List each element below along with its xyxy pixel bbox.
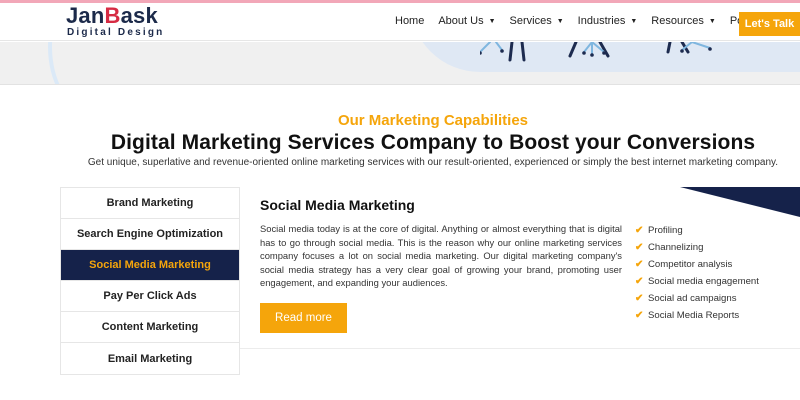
logo-wordmark: JanBask [66, 3, 158, 28]
nav-item-label: Resources [651, 15, 704, 27]
decorative-arc [48, 42, 128, 84]
decorative-corner [680, 187, 800, 217]
feature-label: Social ad campaigns [648, 293, 737, 304]
site-header: JanBask Digital Design Home About Us ▼ Serv… [0, 3, 800, 41]
feature-label: Social media engagement [648, 276, 759, 287]
feature-item: ✔ Social media engagement [635, 273, 759, 290]
nav-item-about-us[interactable]: About Us ▼ [438, 15, 495, 27]
tab-brand-marketing[interactable]: Brand Marketing [61, 188, 239, 219]
check-icon: ✔ [635, 276, 644, 287]
feature-label: Social Media Reports [648, 310, 740, 321]
read-more-button[interactable]: Read more [260, 303, 347, 333]
nav-item-services[interactable]: Services ▼ [510, 15, 564, 27]
tab-content-panel: Social Media Marketing Social media toda… [240, 187, 800, 349]
tab-search-engine-optimization[interactable]: Search Engine Optimization [61, 219, 239, 250]
panel-description: Social media today is at the core of dig… [260, 223, 622, 289]
logo[interactable]: JanBask Digital Design [66, 3, 165, 39]
caret-down-icon: ▼ [630, 17, 638, 25]
office-chairs-illustration [480, 42, 712, 62]
check-icon: ✔ [635, 225, 644, 236]
nav-item-industries[interactable]: Industries ▼ [578, 15, 638, 27]
check-icon: ✔ [635, 259, 644, 270]
nav-item-home[interactable]: Home [395, 15, 424, 27]
feature-item: ✔ Competitor analysis [635, 256, 759, 273]
feature-label: Channelizing [648, 242, 704, 253]
nav-item-label: Services [509, 15, 552, 27]
nav-item-label: About Us [438, 15, 484, 27]
feature-label: Profiling [648, 225, 683, 236]
feature-item: ✔ Social Media Reports [635, 307, 759, 324]
lets-talk-button[interactable]: Let's Talk [739, 12, 800, 36]
main-nav: Home About Us ▼ Services ▼ Industries ▼ Resourc… [395, 15, 784, 27]
capability-tabs: Brand Marketing Search Engine Optimizatio… [60, 187, 247, 375]
nav-item-resources[interactable]: Resources ▼ [651, 15, 716, 27]
caret-down-icon: ▼ [556, 17, 564, 25]
caret-down-icon: ▼ [708, 17, 716, 25]
section-title: Digital Marketing Services Company to Bo… [110, 131, 756, 154]
hero-illustration [0, 42, 800, 85]
logo-tagline: Digital Design [67, 27, 165, 38]
panel-title: Social Media Marketing [260, 197, 415, 213]
feature-label: Competitor analysis [648, 259, 733, 270]
check-icon: ✔ [635, 293, 644, 304]
feature-item: ✔ Profiling [635, 222, 759, 239]
tab-email-marketing[interactable]: Email Marketing [61, 343, 239, 374]
nav-item-label: Industries [577, 15, 626, 27]
tab-pay-per-click-ads[interactable]: Pay Per Click Ads [61, 281, 239, 312]
nav-item-label: Home [395, 15, 425, 27]
section-kicker: Our Marketing Capabilities [337, 112, 529, 129]
check-icon: ✔ [635, 242, 644, 253]
tab-content-marketing[interactable]: Content Marketing [61, 312, 239, 343]
feature-list: ✔ Profiling ✔ Channelizing ✔ Competitor analy… [635, 222, 759, 324]
logo-letter-b: B [104, 3, 121, 28]
check-icon: ✔ [635, 310, 644, 321]
feature-item: ✔ Social ad campaigns [635, 290, 759, 307]
caret-down-icon: ▼ [488, 17, 496, 25]
tab-social-media-marketing[interactable]: Social Media Marketing [61, 250, 247, 281]
section-subtitle: Get unique, superlative and revenue-orie… [87, 157, 779, 168]
feature-item: ✔ Channelizing [635, 239, 759, 256]
